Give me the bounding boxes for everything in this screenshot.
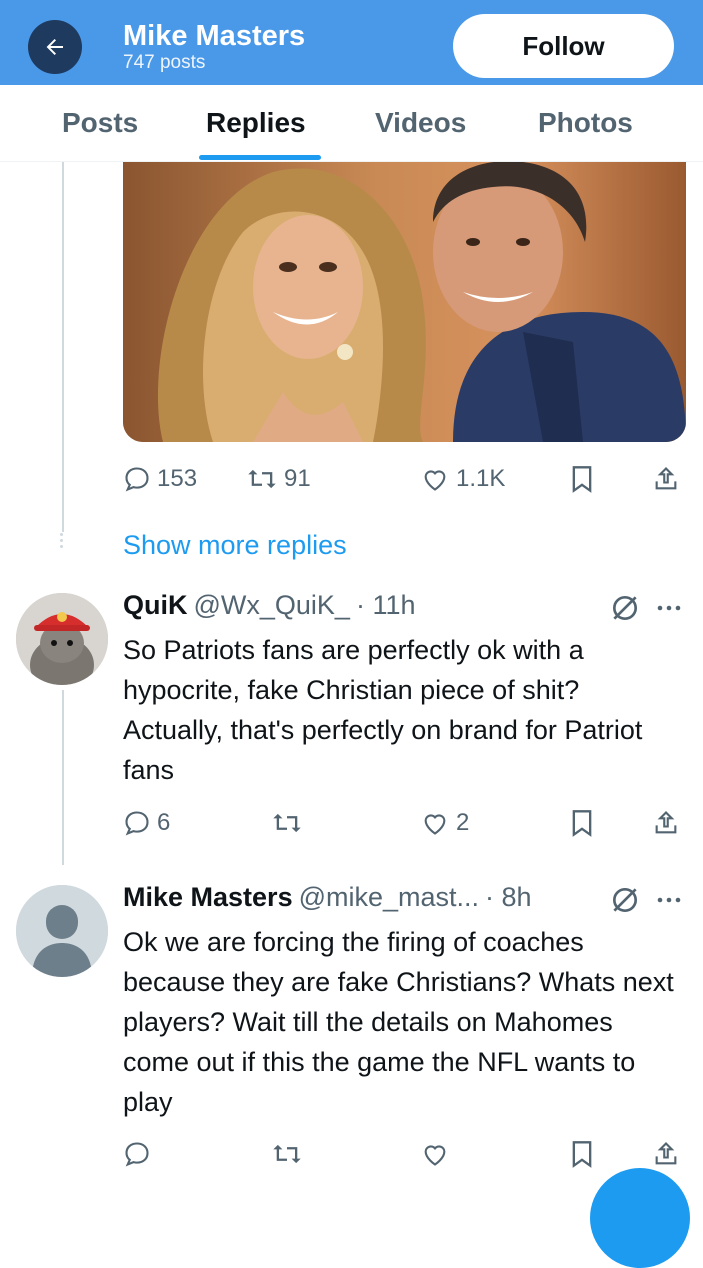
like-count: 2 — [456, 809, 470, 836]
more-options-icon[interactable] — [656, 603, 682, 613]
like-button[interactable]: 1.1K — [420, 459, 505, 499]
repost-button[interactable] — [271, 1134, 303, 1174]
post-action-bar: 153 91 1.1K — [123, 459, 686, 499]
share-icon — [655, 467, 677, 490]
bookmark-icon — [572, 1141, 592, 1168]
heart-icon — [424, 814, 446, 835]
share-icon — [655, 811, 677, 834]
more-options-icon[interactable] — [656, 895, 682, 905]
reply-text: Ok we are forcing the firing of coaches … — [123, 927, 674, 1117]
bookmark-button[interactable] — [569, 1134, 595, 1174]
bookmark-icon — [572, 466, 592, 493]
arrow-left-icon — [46, 39, 63, 55]
repost-icon — [273, 813, 301, 833]
follow-button[interactable]: Follow — [453, 14, 674, 78]
reply-header: QuiK @Wx_QuiK_ · 11h — [123, 590, 416, 621]
grok-icon[interactable] — [609, 592, 641, 624]
repost-icon — [248, 469, 276, 489]
like-button[interactable]: 2 — [420, 803, 469, 843]
show-more-replies-link[interactable]: Show more replies — [123, 530, 347, 561]
reply-button[interactable] — [123, 1134, 151, 1174]
repost-button[interactable] — [271, 803, 303, 843]
reply-text: So Patriots fans are perfectly ok with a… — [123, 635, 643, 785]
repost-count: 91 — [284, 465, 311, 492]
tab-videos[interactable]: Videos — [375, 85, 466, 161]
thread-line — [62, 162, 64, 532]
repost-button[interactable]: 91 — [246, 459, 311, 499]
active-tab-indicator — [199, 155, 321, 160]
bookmark-icon — [572, 810, 592, 837]
heart-icon — [424, 1145, 446, 1166]
thread-line — [62, 690, 64, 865]
reply-header: Mike Masters @mike_mast... · 8h — [123, 882, 532, 913]
post-time: · 8h — [485, 882, 532, 912]
like-button[interactable] — [420, 1134, 450, 1174]
thread-gap-dots — [60, 533, 64, 551]
reply-count: 6 — [157, 809, 171, 836]
default-avatar-icon — [16, 885, 108, 977]
author-name[interactable]: QuiK — [123, 590, 188, 621]
like-count: 1.1K — [456, 465, 506, 492]
post-action-bar — [123, 1134, 686, 1174]
reply-button[interactable]: 6 — [123, 803, 170, 843]
author-name[interactable]: Mike Masters — [123, 882, 293, 913]
avatar[interactable] — [16, 885, 108, 977]
profile-header: Mike Masters 747 posts Follow — [0, 0, 703, 85]
tab-replies[interactable]: Replies — [206, 85, 306, 161]
reply-icon — [125, 467, 149, 492]
share-button[interactable] — [652, 459, 680, 499]
post-time: · 11h — [355, 590, 416, 620]
profile-name: Mike Masters — [123, 20, 306, 52]
repost-icon — [273, 1144, 301, 1164]
compose-post-button[interactable] — [590, 1168, 690, 1268]
bookmark-button[interactable] — [569, 459, 595, 499]
grok-icon[interactable] — [609, 884, 641, 916]
heart-icon — [424, 470, 446, 491]
avatar[interactable] — [16, 593, 108, 685]
post-photo[interactable] — [123, 162, 686, 442]
back-button[interactable] — [28, 20, 82, 74]
post-count: 747 posts — [123, 52, 206, 73]
tab-photos[interactable]: Photos — [538, 85, 633, 161]
author-handle[interactable]: @mike_mast... — [299, 882, 479, 913]
reply-count: 153 — [157, 465, 198, 492]
reply-icon — [125, 1142, 149, 1167]
author-handle[interactable]: @Wx_QuiK_ — [194, 590, 350, 621]
share-button[interactable] — [652, 1134, 680, 1174]
reply-icon — [125, 811, 149, 836]
reply-button[interactable]: 153 — [123, 459, 197, 499]
share-icon — [655, 1142, 677, 1165]
tab-posts[interactable]: Posts — [62, 85, 138, 161]
share-button[interactable] — [652, 803, 680, 843]
photo-illustration — [123, 162, 686, 442]
hamster-avatar-icon — [16, 593, 108, 685]
post-action-bar: 6 2 — [123, 803, 686, 843]
bookmark-button[interactable] — [569, 803, 595, 843]
profile-tabs: Posts Replies Videos Photos — [0, 85, 703, 162]
